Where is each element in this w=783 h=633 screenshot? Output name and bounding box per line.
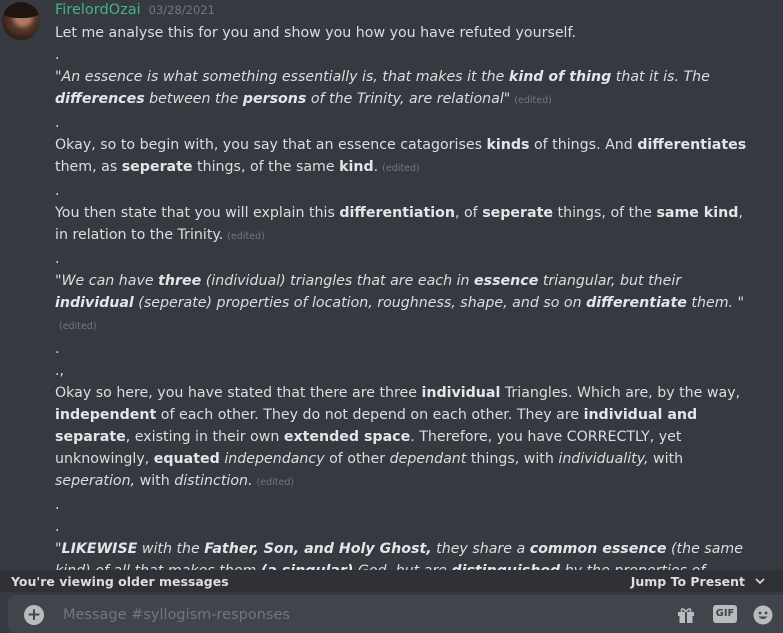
dot-line: . bbox=[55, 183, 60, 199]
message-input[interactable]: + Message #syllogism-responses GIF bbox=[8, 595, 783, 633]
jump-to-present-label: Jump To Present bbox=[630, 573, 745, 589]
message-paragraph: You then state that you will explain thi… bbox=[55, 205, 743, 243]
quote-paragraph: "We can have three (individual) triangle… bbox=[55, 273, 745, 332]
message-paragraph: Okay so here, you have stated that there… bbox=[55, 385, 741, 489]
older-messages-bar: You're viewing older messages Jump To Pr… bbox=[0, 570, 783, 592]
dot-line: . bbox=[55, 341, 60, 357]
dot-line: ., bbox=[55, 363, 65, 379]
older-messages-text: You're viewing older messages bbox=[11, 573, 229, 589]
emoji-icon[interactable] bbox=[753, 605, 773, 625]
edited-label: (edited) bbox=[382, 163, 420, 174]
timestamp: 03/28/2021 bbox=[148, 3, 215, 17]
gift-icon[interactable] bbox=[677, 607, 695, 623]
dot-line: . bbox=[55, 47, 60, 63]
dot-line: . bbox=[55, 115, 60, 131]
edited-label: (edited) bbox=[256, 477, 295, 488]
message-content: Let me analyse this for you and show you… bbox=[55, 22, 755, 604]
plus-icon[interactable]: + bbox=[24, 605, 44, 625]
quote-paragraph: "An essence is what something essentiall… bbox=[55, 69, 710, 107]
edited-label: (edited) bbox=[514, 95, 552, 106]
username[interactable]: FirelordOzai bbox=[55, 2, 141, 18]
message-header: FirelordOzai 03/28/2021 bbox=[55, 2, 215, 22]
message-placeholder: Message #syllogism-responses bbox=[63, 607, 290, 623]
message-line: Let me analyse this for you and show you… bbox=[55, 25, 576, 41]
message-composer: + Message #syllogism-responses GIF bbox=[0, 592, 783, 633]
dot-line: . bbox=[55, 497, 60, 513]
dot-line: . bbox=[55, 251, 60, 267]
jump-to-present-button[interactable]: Jump To Present bbox=[631, 574, 765, 589]
edited-label: (edited) bbox=[59, 321, 97, 332]
gif-icon[interactable]: GIF bbox=[713, 605, 737, 623]
message-paragraph: Okay, so to begin with, you say that an … bbox=[55, 137, 747, 175]
dot-line: . bbox=[55, 519, 60, 535]
chevron-down-icon bbox=[755, 578, 765, 585]
avatar[interactable] bbox=[2, 2, 40, 40]
edited-label: (edited) bbox=[227, 231, 265, 242]
